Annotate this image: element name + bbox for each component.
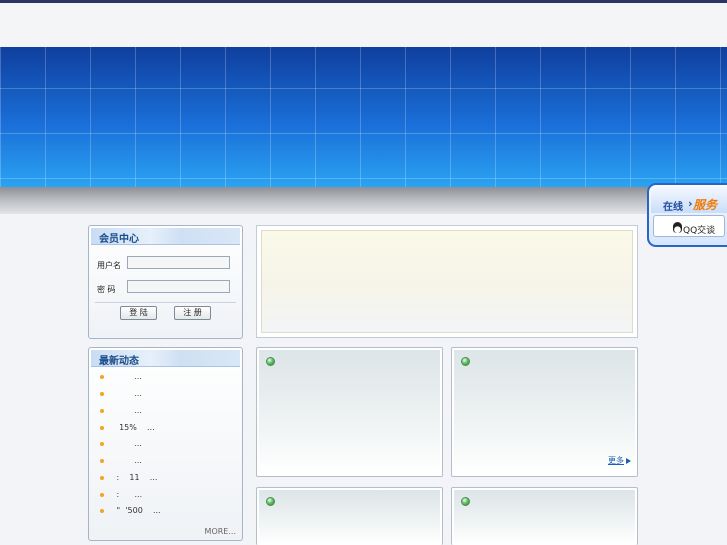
news-item[interactable]: ... <box>97 439 237 453</box>
bullet-icon <box>100 459 104 463</box>
qq-chat-label[interactable]: QQ交谈 <box>683 223 715 236</box>
bullet-icon <box>100 409 104 413</box>
news-item-text[interactable]: ... <box>114 456 142 465</box>
nav-bar <box>0 187 727 214</box>
feature-panel <box>256 225 638 338</box>
bullet-icon <box>100 392 104 396</box>
service-label: 服务 <box>693 198 718 212</box>
news-item[interactable]: ... <box>97 406 237 420</box>
news-panel: 最新动态 ... ... ... 15% ... ... ... : 11 ..… <box>88 347 243 541</box>
member-center-title: 会员中心 <box>99 234 139 245</box>
password-input[interactable] <box>127 280 230 293</box>
news-item-text[interactable]: ... <box>114 439 142 448</box>
news-item[interactable]: 15% ... <box>97 423 237 437</box>
news-item-text[interactable]: 15% ... <box>114 423 155 432</box>
bullet-icon <box>100 426 104 430</box>
green-ball-icon <box>266 357 275 366</box>
bullet-icon <box>100 476 104 480</box>
news-item[interactable]: " '500 ... <box>97 506 237 520</box>
news-item-text[interactable]: ... <box>114 389 142 398</box>
login-button[interactable]: 登 陆 <box>120 306 157 320</box>
news-more-link[interactable]: MORE... <box>205 527 236 536</box>
bullet-icon <box>100 442 104 446</box>
green-ball-icon <box>461 357 470 366</box>
news-item-text[interactable]: : 11 ... <box>114 473 158 482</box>
content-box <box>256 347 443 477</box>
news-item-text[interactable]: ... <box>114 372 142 381</box>
arrow-right-icon <box>626 457 631 464</box>
qq-penguin-icon <box>673 222 682 233</box>
news-item[interactable]: : 11 ... <box>97 473 237 487</box>
news-header: 最新动态 <box>91 350 240 367</box>
news-item-text[interactable]: : ... <box>114 490 143 499</box>
register-button[interactable]: 注 册 <box>174 306 211 320</box>
online-service-header: 在线 › 服务 <box>651 187 727 213</box>
online-label: 在线 <box>663 202 683 213</box>
form-divider <box>95 302 236 303</box>
green-ball-icon <box>461 497 470 506</box>
qq-chat-button[interactable]: QQ交谈 <box>653 215 725 237</box>
green-ball-icon <box>266 497 275 506</box>
bullet-icon <box>100 509 104 513</box>
news-item[interactable]: ... <box>97 456 237 470</box>
bullet-icon <box>100 375 104 379</box>
news-item-text[interactable]: ... <box>114 406 142 415</box>
content-box: 更多 <box>451 347 638 477</box>
content-box <box>451 487 638 545</box>
news-title: 最新动态 <box>99 356 139 367</box>
banner <box>0 47 727 187</box>
member-center-header: 会员中心 <box>91 228 240 245</box>
news-item[interactable]: ... <box>97 372 237 386</box>
more-link-label[interactable]: 更多 <box>608 456 624 465</box>
content-box <box>256 487 443 545</box>
member-center-panel: 会员中心 用户名 密 码 登 陆 注 册 <box>88 225 243 339</box>
news-item[interactable]: : ... <box>97 490 237 504</box>
feature-content <box>261 230 633 333</box>
bullet-icon <box>100 493 104 497</box>
username-label: 用户名 <box>97 261 121 270</box>
news-item-text[interactable]: " '500 ... <box>114 506 161 515</box>
online-service-widget: 在线 › 服务 QQ交谈 <box>647 183 727 247</box>
more-link[interactable]: 更多 <box>608 455 631 466</box>
username-input[interactable] <box>127 256 230 269</box>
chevron-right-icon: › <box>688 197 693 210</box>
header <box>0 3 727 47</box>
news-item[interactable]: ... <box>97 389 237 403</box>
password-label: 密 码 <box>97 285 116 294</box>
